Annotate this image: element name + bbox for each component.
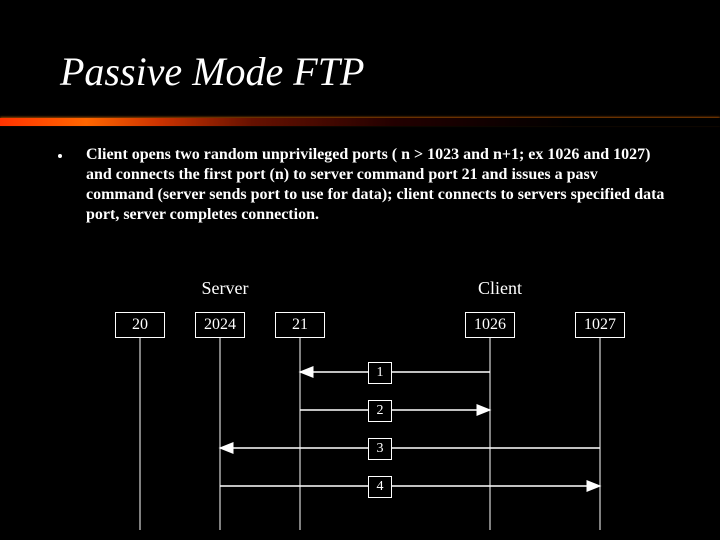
slide: Passive Mode FTP Client opens two random… <box>0 0 720 540</box>
client-label: Client <box>478 278 522 299</box>
step-2: 2 <box>368 400 392 422</box>
bullet-text: Client opens two random unprivileged por… <box>86 145 666 225</box>
page-title: Passive Mode FTP <box>60 48 364 95</box>
step-4: 4 <box>368 476 392 498</box>
bullet-dot-icon <box>58 154 62 158</box>
port-box-1027: 1027 <box>575 312 625 338</box>
lifeline-21 <box>300 338 301 530</box>
server-label: Server <box>202 278 249 299</box>
port-box-20: 20 <box>115 312 165 338</box>
step-1: 1 <box>368 362 392 384</box>
decorative-rule <box>0 118 720 126</box>
lifeline-1027 <box>600 338 601 530</box>
port-box-1026: 1026 <box>465 312 515 338</box>
lifeline-20 <box>140 338 141 530</box>
step-3: 3 <box>368 438 392 460</box>
lifeline-1026 <box>490 338 491 530</box>
lifeline-2024 <box>220 338 221 530</box>
port-box-21: 21 <box>275 312 325 338</box>
port-box-2024: 2024 <box>195 312 245 338</box>
